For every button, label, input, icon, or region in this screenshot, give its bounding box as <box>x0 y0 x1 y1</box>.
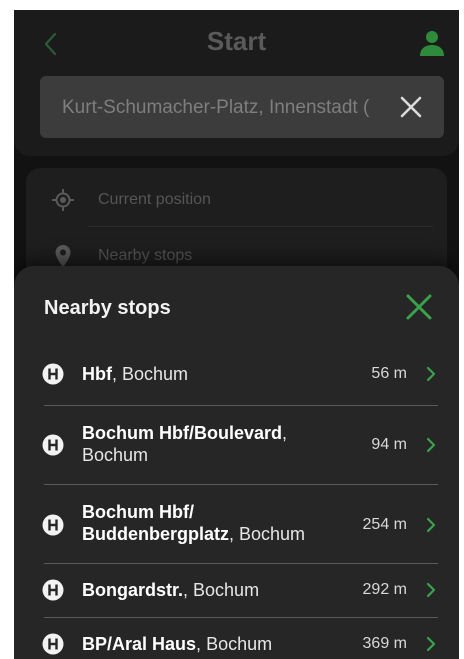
sheet-title: Nearby stops <box>44 297 171 319</box>
app-screen: Start Current position <box>14 10 459 659</box>
stop-city: Bochum <box>82 445 149 465</box>
stop-city: Bochum <box>206 634 273 654</box>
chevron-right-icon <box>426 366 436 382</box>
person-icon <box>420 31 444 56</box>
chevron-right-icon <box>426 636 436 652</box>
bus-stop-icon <box>42 514 64 536</box>
stop-name: Hbf, Bochum <box>82 364 189 384</box>
stop-distance: 369 m <box>362 635 407 652</box>
stop-distance: 292 m <box>362 581 407 598</box>
bus-stop-icon <box>42 363 64 385</box>
header: Start <box>14 10 459 156</box>
stop-title: BP/Aral Haus <box>82 634 197 654</box>
stop-name: Bochum Hbf/Boulevard, Bochum <box>82 423 288 465</box>
profile-button[interactable] <box>417 28 447 58</box>
stop-name: Bongardstr., Bochum <box>82 580 260 600</box>
crosshair-icon <box>52 189 74 211</box>
bus-stop-icon <box>42 633 64 655</box>
search-input[interactable] <box>60 76 384 138</box>
stop-city: Bochum <box>239 524 306 544</box>
chevron-right-icon <box>426 437 436 453</box>
stop-name: BP/Aral Haus, Bochum <box>82 634 273 654</box>
option-current-position[interactable]: Current position <box>26 172 447 228</box>
stop-city: Bochum <box>122 364 189 384</box>
map-pin-icon <box>55 245 71 267</box>
start-search-field[interactable] <box>40 76 444 138</box>
divider <box>88 226 433 227</box>
stop-row[interactable]: Hbf, Bochum 56 m <box>14 352 459 396</box>
bus-stop-icon <box>42 434 64 456</box>
stop-row[interactable]: Bochum Hbf/Boulevard, Bochum 94 m <box>14 406 459 484</box>
stop-row[interactable]: Bongardstr., Bochum 292 m <box>14 564 459 616</box>
stop-title: Bochum Hbf/Boulevard <box>82 423 283 443</box>
chevron-right-icon <box>426 582 436 598</box>
nearby-stops-sheet: Nearby stops Hbf, Bochum 56 m Bochum Hbf… <box>14 266 459 659</box>
option-label: Nearby stops <box>98 247 193 264</box>
stop-distance: 254 m <box>362 516 407 533</box>
close-icon[interactable] <box>402 290 436 324</box>
close-icon[interactable] <box>396 92 426 122</box>
stop-title: Bochum Hbf/ Buddenbergplatz <box>82 502 229 544</box>
chevron-right-icon <box>426 517 436 533</box>
stop-distance: 56 m <box>371 365 407 382</box>
stop-city: Bochum <box>193 580 260 600</box>
stop-title: Hbf <box>82 364 112 384</box>
stop-row[interactable]: BP/Aral Haus, Bochum 369 m <box>14 618 459 659</box>
option-label: Current position <box>98 191 211 208</box>
page-title: Start <box>206 26 267 56</box>
stop-row[interactable]: Bochum Hbf/ Buddenbergplatz, Bochum 254 … <box>14 485 459 563</box>
stop-name: Bochum Hbf/ Buddenbergplatz, Bochum <box>82 502 306 544</box>
bus-stop-icon <box>42 579 64 601</box>
stop-distance: 94 m <box>371 436 407 453</box>
stop-title: Bongardstr. <box>82 580 184 600</box>
